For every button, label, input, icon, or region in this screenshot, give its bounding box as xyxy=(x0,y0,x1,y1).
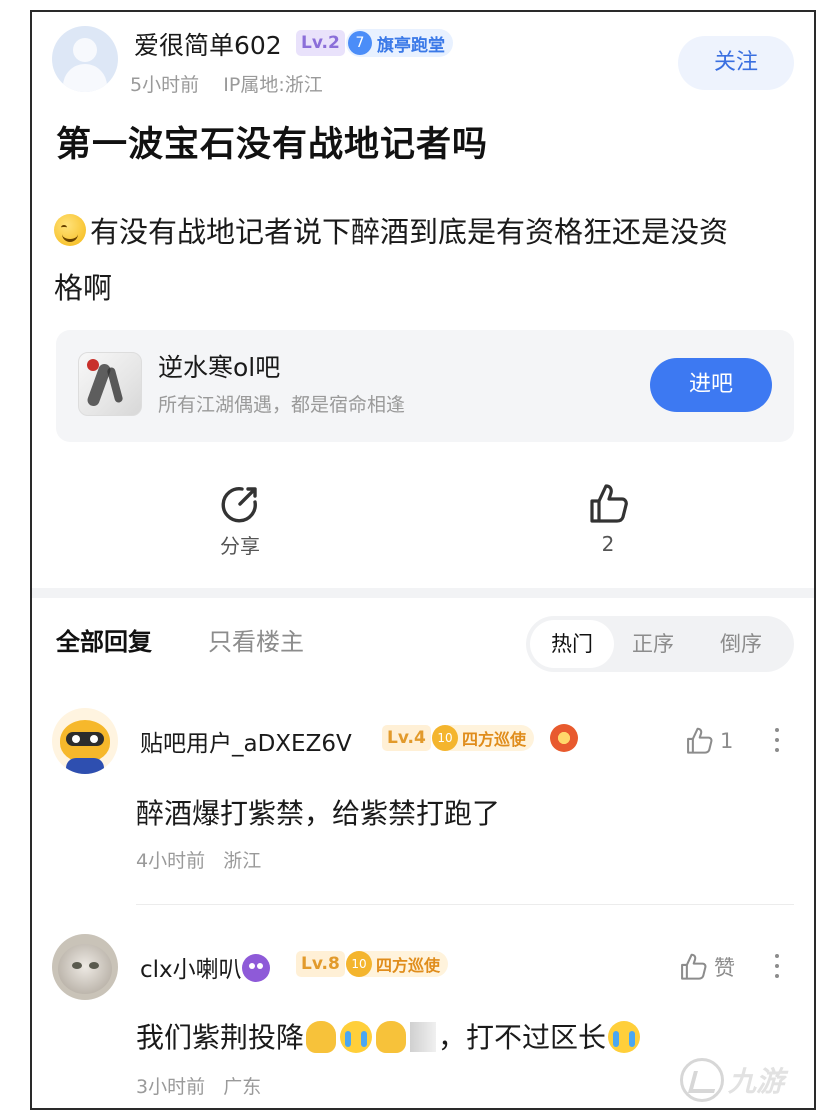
section-divider xyxy=(32,588,814,598)
reply-title-number: 10 xyxy=(432,725,458,751)
post-like-count: 2 xyxy=(601,532,615,556)
share-button[interactable]: 分享 xyxy=(200,484,280,559)
reply-avatar[interactable] xyxy=(52,934,118,1000)
game-badge-icon xyxy=(550,724,578,752)
reply-meta: 4小时前 浙江 xyxy=(136,846,261,873)
reply-username[interactable]: 贴吧用户_aDXEZ6V xyxy=(140,724,352,758)
watermark: 九游 xyxy=(680,1048,814,1108)
reply-time: 3小时前 xyxy=(136,1076,206,1098)
forum-name: 逆水寒ol吧 xyxy=(158,353,281,382)
share-icon xyxy=(221,487,257,523)
reply-like-label: 赞 xyxy=(714,956,735,980)
tab-op-only[interactable]: 只看楼主 xyxy=(208,622,304,657)
title-badge-text: 旗亭跑堂 xyxy=(377,35,445,56)
reply-text: 醉酒爆打紫禁，给紫禁打跑了 xyxy=(136,797,501,830)
sort-hot-button[interactable]: 热门 xyxy=(530,620,614,668)
forum-card[interactable]: 逆水寒ol吧 所有江湖偶遇，都是宿命相逢 进吧 xyxy=(56,330,794,442)
crying-emoji-icon xyxy=(608,1021,641,1053)
raised-hand-emoji-icon xyxy=(376,1021,407,1053)
forum-description: 所有江湖偶遇，都是宿命相逢 xyxy=(158,394,406,416)
like-post-button[interactable]: 2 xyxy=(568,482,648,556)
follow-button[interactable]: 关注 xyxy=(678,36,794,90)
thumbs-up-icon xyxy=(590,484,628,523)
reply-avatar[interactable] xyxy=(52,708,118,774)
reply-level-badge: Lv.4 xyxy=(382,725,431,751)
reply-title-badge: 10 四方巡使 xyxy=(432,725,535,751)
sort-toggle: 热门 正序 倒序 xyxy=(526,616,794,672)
reply-like-count: 1 xyxy=(720,729,734,753)
reply-text: 我们紫荆投降 ，打不过区长 xyxy=(136,1016,642,1056)
reply-level-badge: Lv.8 xyxy=(296,951,345,977)
post-body-line2: 格啊 xyxy=(54,271,113,305)
crying-emoji-icon xyxy=(340,1021,373,1053)
raised-hand-emoji-icon xyxy=(306,1021,337,1053)
more-options-icon[interactable] xyxy=(772,728,782,758)
post-detail-screen: 爱很简单602 Lv.2 7 旗亭跑堂 5小时前 IP属地:浙江 关注 第一波宝… xyxy=(30,10,816,1110)
sort-asc-button[interactable]: 正序 xyxy=(632,620,686,668)
reply-divider xyxy=(136,904,794,905)
reply-title-number: 10 xyxy=(346,951,372,977)
sort-desc-button[interactable]: 倒序 xyxy=(720,620,774,668)
author-avatar[interactable] xyxy=(52,26,118,92)
reply-location: 浙江 xyxy=(223,850,262,872)
enter-forum-button[interactable]: 进吧 xyxy=(650,358,772,412)
reply-meta: 3小时前 广东 xyxy=(136,1072,261,1099)
post-title: 第一波宝石没有战地记者吗 xyxy=(56,125,489,165)
post-meta: 5小时前 IP属地:浙江 xyxy=(130,70,323,97)
reply-username[interactable]: clx小喇叭 xyxy=(140,950,270,984)
reply-title-text: 四方巡使 xyxy=(462,730,527,749)
reply-like-button[interactable]: 赞 xyxy=(678,952,735,982)
share-label: 分享 xyxy=(220,534,260,558)
more-options-icon[interactable] xyxy=(772,954,782,984)
post-ip: IP属地:浙江 xyxy=(223,74,323,96)
smile-emoji-icon xyxy=(54,214,86,246)
reply-title-text: 四方巡使 xyxy=(376,956,441,975)
post-body-line1: 有没有战地记者说下醉酒到底是有资格狂还是没资 xyxy=(90,215,729,249)
blurred-image-icon xyxy=(410,1022,437,1052)
title-badge-number: 7 xyxy=(348,31,372,55)
reply-title-badge: 10 四方巡使 xyxy=(346,951,449,977)
author-level-badge: Lv.2 xyxy=(296,30,345,56)
author-name[interactable]: 爱很简单602 xyxy=(134,26,282,62)
post-time: 5小时前 xyxy=(130,74,200,96)
tab-all-replies[interactable]: 全部回复 xyxy=(56,622,152,657)
watermark-text: 九游 xyxy=(728,1065,785,1098)
thumbs-up-icon xyxy=(681,953,707,980)
watermark-logo-icon xyxy=(680,1058,724,1102)
post-body: 有没有战地记者说下醉酒到底是有资格狂还是没资 格啊 xyxy=(54,204,794,316)
reply-time: 4小时前 xyxy=(136,850,206,872)
reply-location: 广东 xyxy=(223,1076,262,1098)
author-title-badge: 7 旗亭跑堂 xyxy=(346,29,453,57)
thumbs-up-icon xyxy=(687,727,713,754)
devil-emoji-icon xyxy=(241,954,270,982)
forum-logo-icon xyxy=(78,352,142,416)
reply-like-button[interactable]: 1 xyxy=(684,726,733,756)
